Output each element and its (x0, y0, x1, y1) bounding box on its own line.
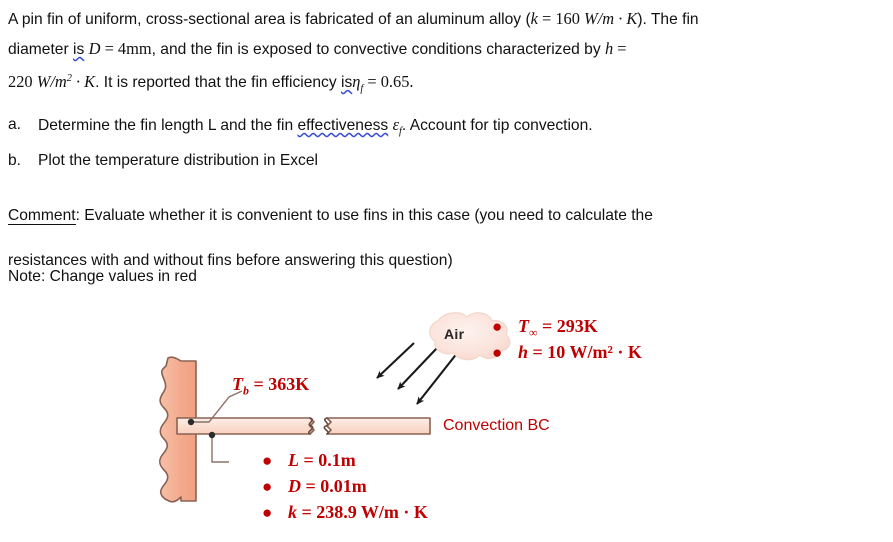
task-marker-b: b. (8, 152, 22, 170)
fin-property-item-3: ● k = 238.9 W/m · K (262, 500, 428, 526)
task-item-a: a. Determine the fin length L and the fi… (8, 110, 868, 146)
fin-properties-list: ● L = 0.1m ● D = 0.01m ● k = 238.9 W/m ·… (262, 448, 428, 526)
air-condition-item-1: ● T∞ = 293K (492, 314, 642, 340)
conductivity-value: = 238.9 W/m · K (297, 502, 428, 522)
k-symbol: k (530, 9, 538, 28)
k-units: W/m · K (584, 9, 638, 28)
bullet-glyph: ● (492, 317, 503, 336)
eta-value: = 0.65. (363, 72, 414, 92)
base-temp-symbol: T (232, 374, 243, 394)
task-text-b: Plot the temperature distribution in Exc… (38, 152, 318, 170)
convection-arrow-2 (397, 347, 438, 390)
grammar-flag-effectiveness: effectiveness (297, 117, 389, 134)
statement-line1-part-b: ). The fin (637, 11, 699, 28)
base-temp-anchor-dot (187, 418, 195, 426)
task-a-text-lead: Determine the fin length L and the fin (38, 117, 298, 134)
fin-right-segment (323, 417, 431, 435)
d-value: = 4mm (100, 39, 152, 58)
comment-colon: : (75, 206, 85, 224)
h-units: W/m (36, 72, 67, 92)
task-marker-a: a. (8, 116, 22, 133)
conductivity-symbol: k (288, 502, 297, 522)
task-item-b: b. Plot the temperature distribution in … (8, 146, 868, 175)
h-symbol: h (604, 39, 614, 58)
fin-property-text-2: D = 0.01m (288, 476, 367, 497)
h-equals: = (613, 39, 627, 58)
tinf-value: = 293K (537, 316, 598, 336)
d-symbol: D (88, 39, 101, 58)
statement-line1-part-a: A pin fin of uniform, cross-sectional ar… (8, 11, 531, 28)
air-label: Air (444, 326, 465, 342)
comment-line-1: Comment: Evaluate whether it is convenie… (8, 201, 848, 231)
task-a-text-tail: . Account for tip convection. (401, 117, 593, 134)
note-line: Note: Change values in red (8, 268, 197, 285)
length-value: = 0.1m (299, 450, 356, 470)
grammar-flag-is-1: is (73, 41, 85, 58)
air-conditions-list: ● T∞ = 293K ● h = 10 W/m² · K (492, 314, 642, 366)
statement-line2-part-b: , and the fin is exposed to convective c… (151, 41, 605, 58)
bullet-glyph: ● (492, 343, 503, 362)
fin-property-text-1: L = 0.1m (288, 450, 356, 471)
fin-left-segment (176, 417, 315, 435)
length-anchor-dot (208, 431, 216, 439)
length-leader (208, 431, 229, 463)
bullet-glyph: ● (262, 503, 273, 522)
task-list: a. Determine the fin length L and the fi… (8, 110, 868, 175)
base-temp-value: = 363K (248, 374, 310, 394)
air-condition-text-2: h = 10 W/m² · K (518, 342, 642, 363)
statement-line2-part-a: diameter (8, 41, 74, 58)
fin-diagram: Air Tb = 363K ● T∞ = 293K ● h = 10 W/m² … (0, 296, 893, 542)
bullet-glyph: ● (262, 477, 273, 496)
tinf-symbol: T (518, 316, 529, 336)
air-condition-item-2: ● h = 10 W/m² · K (492, 340, 642, 366)
comment-body-1: Evaluate whether it is convenient to use… (84, 206, 653, 224)
convection-bc-label: Convection BC (443, 417, 550, 434)
diameter-value: = 0.01m (301, 476, 367, 496)
statement-line3-part-a: . It is reported that the fin efficiency (95, 74, 341, 92)
comment-label: Comment (8, 206, 76, 225)
fin-property-item-1: ● L = 0.1m (262, 448, 428, 474)
air-condition-text-1: T∞ = 293K (518, 316, 598, 341)
statement-line-2: diameter is D = 4mm, and the fin is expo… (8, 34, 886, 64)
diameter-symbol: D (288, 476, 301, 496)
k-value: = 160 (537, 9, 585, 28)
grammar-flag-is-2: is (341, 74, 353, 92)
length-symbol: L (288, 450, 299, 470)
h-units-tail: · K (71, 72, 96, 92)
task-text-a: Determine the fin length L and the fin e… (38, 110, 593, 146)
fin-property-item-2: ● D = 0.01m (262, 474, 428, 500)
statement-line-3: 220 W/m2 · K. It is reported that the fi… (8, 64, 886, 103)
problem-statement: A pin fin of uniform, cross-sectional ar… (8, 4, 886, 103)
convection-arrow-3 (416, 351, 459, 405)
fin-property-text-3: k = 238.9 W/m · K (288, 502, 428, 523)
statement-line-1: A pin fin of uniform, cross-sectional ar… (8, 4, 886, 34)
h-coefficient-value: = 10 W/m² · K (528, 342, 642, 362)
bullet-glyph: ● (262, 451, 273, 470)
convection-arrow-1 (376, 342, 415, 379)
h-value: 220 (8, 72, 37, 92)
base-temperature-label: Tb = 363K (232, 374, 309, 399)
h-coefficient-symbol: h (518, 342, 529, 362)
